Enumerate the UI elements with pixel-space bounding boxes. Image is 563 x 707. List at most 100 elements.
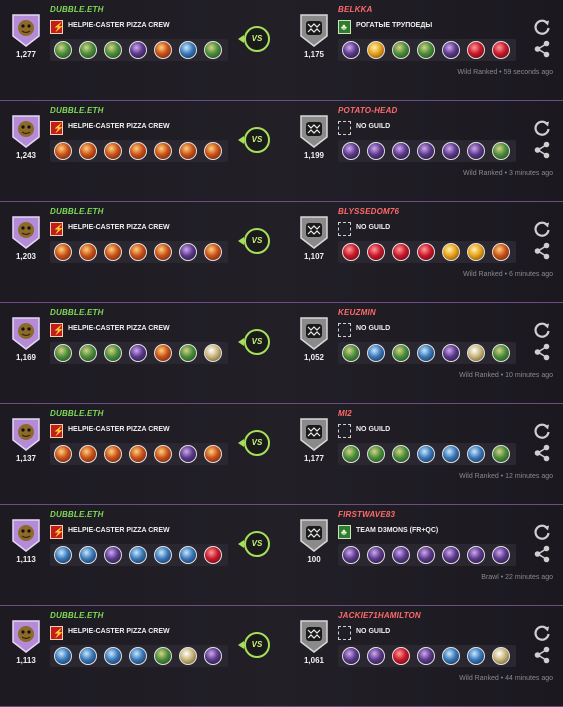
potato-avatar-badge-icon[interactable] xyxy=(10,517,42,553)
card-portrait-earth[interactable] xyxy=(492,142,510,160)
card-portrait-fire[interactable] xyxy=(154,142,172,160)
potato-avatar-badge-icon[interactable] xyxy=(10,113,42,149)
card-portrait-death[interactable] xyxy=(179,243,197,261)
card-portrait-red[interactable] xyxy=(392,243,410,261)
replay-icon[interactable] xyxy=(532,320,552,340)
card-portrait-water[interactable] xyxy=(129,647,147,665)
card-portrait-earth[interactable] xyxy=(179,344,197,362)
card-portrait-fire[interactable] xyxy=(154,445,172,463)
card-portrait-water[interactable] xyxy=(79,647,97,665)
card-portrait-fire[interactable] xyxy=(204,445,222,463)
card-portrait-death[interactable] xyxy=(442,142,460,160)
monster-mask-badge-icon[interactable] xyxy=(298,618,330,654)
card-portrait-fire[interactable] xyxy=(179,142,197,160)
card-portrait-water[interactable] xyxy=(179,546,197,564)
replay-icon[interactable] xyxy=(532,522,552,542)
card-portrait-water[interactable] xyxy=(442,445,460,463)
card-portrait-fire[interactable] xyxy=(104,445,122,463)
card-portrait-fire[interactable] xyxy=(204,142,222,160)
card-portrait-earth[interactable] xyxy=(342,445,360,463)
card-portrait-water[interactable] xyxy=(179,41,197,59)
card-portrait-death[interactable] xyxy=(392,546,410,564)
monster-mask-badge-icon[interactable] xyxy=(298,416,330,452)
replay-icon[interactable] xyxy=(532,421,552,441)
card-portrait-fire[interactable] xyxy=(129,142,147,160)
card-portrait-earth[interactable] xyxy=(392,445,410,463)
card-portrait-earth[interactable] xyxy=(79,41,97,59)
card-portrait-gold[interactable] xyxy=(442,243,460,261)
card-portrait-earth[interactable] xyxy=(104,41,122,59)
card-portrait-earth[interactable] xyxy=(492,344,510,362)
player-name-link[interactable]: BELKKA xyxy=(338,5,373,14)
player-name-link[interactable]: MI2 xyxy=(338,409,352,418)
card-portrait-life[interactable] xyxy=(467,344,485,362)
card-portrait-life[interactable] xyxy=(179,647,197,665)
card-portrait-water[interactable] xyxy=(467,445,485,463)
card-portrait-earth[interactable] xyxy=(54,41,72,59)
card-portrait-death[interactable] xyxy=(367,546,385,564)
card-portrait-death[interactable] xyxy=(204,647,222,665)
share-icon[interactable] xyxy=(532,443,552,463)
potato-avatar-badge-icon[interactable] xyxy=(10,214,42,250)
card-portrait-earth[interactable] xyxy=(417,41,435,59)
card-portrait-water[interactable] xyxy=(54,546,72,564)
share-icon[interactable] xyxy=(532,645,552,665)
card-portrait-death[interactable] xyxy=(417,546,435,564)
card-portrait-death[interactable] xyxy=(342,546,360,564)
replay-icon[interactable] xyxy=(532,118,552,138)
player-name-link[interactable]: DUBBLE.ETH xyxy=(50,611,104,620)
card-portrait-water[interactable] xyxy=(54,647,72,665)
player-name-link[interactable]: FIRSTWAVE83 xyxy=(338,510,395,519)
card-portrait-death[interactable] xyxy=(104,546,122,564)
monster-mask-badge-icon[interactable] xyxy=(298,12,330,48)
card-portrait-water[interactable] xyxy=(417,445,435,463)
share-icon[interactable] xyxy=(532,39,552,59)
card-portrait-death[interactable] xyxy=(367,647,385,665)
card-portrait-death[interactable] xyxy=(467,142,485,160)
card-portrait-death[interactable] xyxy=(442,41,460,59)
monster-mask-badge-icon[interactable] xyxy=(298,315,330,351)
card-portrait-red[interactable] xyxy=(367,243,385,261)
card-portrait-water[interactable] xyxy=(129,546,147,564)
card-portrait-earth[interactable] xyxy=(392,344,410,362)
card-portrait-earth[interactable] xyxy=(54,344,72,362)
card-portrait-fire[interactable] xyxy=(54,243,72,261)
player-name-link[interactable]: DUBBLE.ETH xyxy=(50,510,104,519)
card-portrait-fire[interactable] xyxy=(54,142,72,160)
replay-icon[interactable] xyxy=(532,17,552,37)
card-portrait-water[interactable] xyxy=(442,647,460,665)
player-name-link[interactable]: BLYSSEDOM76 xyxy=(338,207,399,216)
card-portrait-red[interactable] xyxy=(204,546,222,564)
card-portrait-fire[interactable] xyxy=(79,445,97,463)
share-icon[interactable] xyxy=(532,140,552,160)
monster-mask-badge-icon[interactable] xyxy=(298,517,330,553)
card-portrait-gold[interactable] xyxy=(467,243,485,261)
share-icon[interactable] xyxy=(532,241,552,261)
card-portrait-earth[interactable] xyxy=(154,647,172,665)
player-name-link[interactable]: DUBBLE.ETH xyxy=(50,409,104,418)
card-portrait-death[interactable] xyxy=(442,546,460,564)
card-portrait-gold[interactable] xyxy=(367,41,385,59)
card-portrait-death[interactable] xyxy=(417,142,435,160)
card-portrait-death[interactable] xyxy=(342,142,360,160)
card-portrait-fire[interactable] xyxy=(129,445,147,463)
card-portrait-red[interactable] xyxy=(392,647,410,665)
card-portrait-fire[interactable] xyxy=(54,445,72,463)
card-portrait-earth[interactable] xyxy=(342,344,360,362)
card-portrait-death[interactable] xyxy=(179,445,197,463)
share-icon[interactable] xyxy=(532,342,552,362)
card-portrait-water[interactable] xyxy=(104,647,122,665)
card-portrait-fire[interactable] xyxy=(492,243,510,261)
card-portrait-fire[interactable] xyxy=(104,142,122,160)
card-portrait-fire[interactable] xyxy=(204,243,222,261)
card-portrait-fire[interactable] xyxy=(104,243,122,261)
card-portrait-death[interactable] xyxy=(442,344,460,362)
player-name-link[interactable]: DUBBLE.ETH xyxy=(50,308,104,317)
player-name-link[interactable]: DUBBLE.ETH xyxy=(50,5,104,14)
card-portrait-death[interactable] xyxy=(129,41,147,59)
potato-avatar-badge-icon[interactable] xyxy=(10,416,42,452)
card-portrait-water[interactable] xyxy=(417,344,435,362)
card-portrait-death[interactable] xyxy=(392,142,410,160)
card-portrait-fire[interactable] xyxy=(154,243,172,261)
card-portrait-life[interactable] xyxy=(492,647,510,665)
